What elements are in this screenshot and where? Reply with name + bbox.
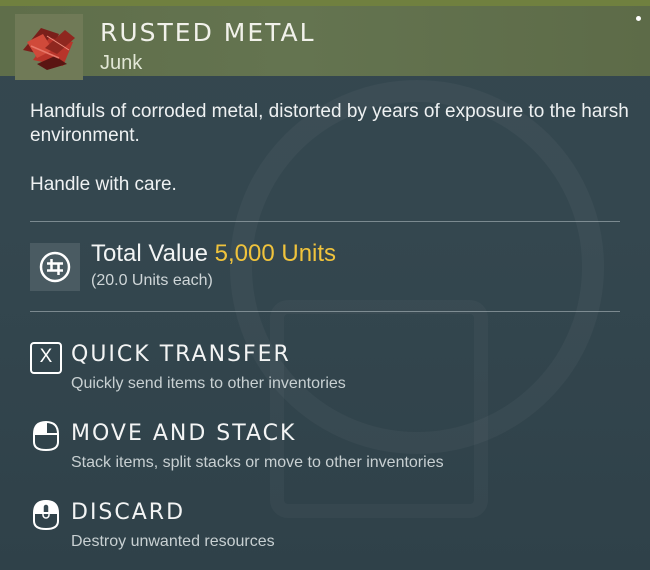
x-key-icon: X — [30, 342, 62, 374]
discard-action[interactable]: DISCARD Destroy unwanted resources — [30, 499, 630, 559]
item-category: Junk — [100, 52, 143, 74]
action-description: Stack items, split stacks or move to oth… — [71, 454, 444, 471]
rusted-metal-icon — [15, 14, 83, 80]
total-value-amount: 5,000 Units — [214, 240, 337, 267]
mouse-middle-click-icon — [30, 499, 62, 531]
status-dot-icon — [636, 16, 641, 21]
action-label: MOVE AND STACK — [71, 421, 297, 446]
item-title: RUSTED METAL — [100, 18, 316, 47]
total-value: Total Value 5,000 Units — [91, 240, 336, 268]
action-description: Quickly send items to other inventories — [71, 375, 346, 392]
action-label: QUICK TRANSFER — [71, 342, 291, 367]
item-description: Handfuls of corroded metal, distorted by… — [30, 101, 629, 146]
item-header: RUSTED METAL Junk — [0, 0, 650, 80]
item-note: Handle with care. — [30, 174, 177, 195]
item-tooltip-panel: RUSTED METAL Junk Handfuls of corroded m… — [0, 0, 650, 570]
quick-transfer-action[interactable]: X QUICK TRANSFER Quickly send items to o… — [30, 341, 630, 401]
background-container-art — [270, 300, 488, 518]
unit-value-each: (20.0 Units each) — [91, 272, 213, 289]
units-currency-icon — [30, 243, 80, 291]
action-description: Destroy unwanted resources — [71, 533, 275, 550]
mouse-left-click-icon — [30, 420, 62, 452]
total-value-label: Total Value — [91, 240, 208, 267]
action-label: DISCARD — [71, 500, 186, 525]
divider — [30, 221, 620, 222]
move-and-stack-action[interactable]: MOVE AND STACK Stack items, split stacks… — [30, 420, 630, 480]
divider — [30, 311, 620, 312]
